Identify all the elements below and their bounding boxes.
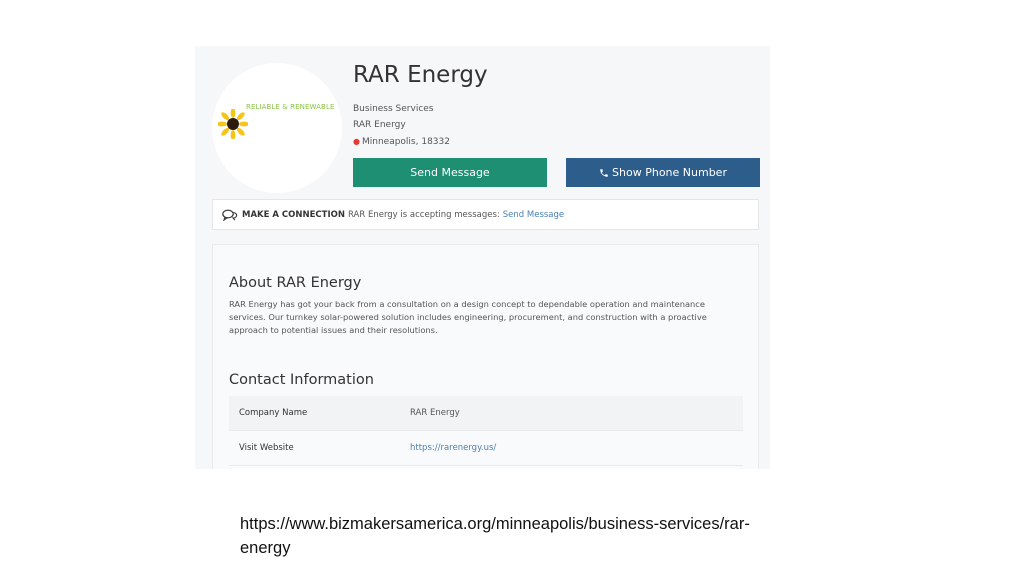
show-phone-label: Show Phone Number <box>612 166 727 179</box>
business-location: ● Minneapolis, 18332 <box>353 137 450 147</box>
connection-text: RAR Energy is accepting messages: <box>347 209 500 220</box>
about-text: RAR Energy has got your back from a cons… <box>229 299 707 335</box>
row-value: RAR Energy <box>410 408 460 418</box>
contact-table: Company Name RAR Energy Visit Website ht… <box>229 396 743 466</box>
location-text: Minneapolis, 18332 <box>361 137 450 147</box>
business-name: RAR Energy <box>353 62 488 88</box>
table-row: Company Name RAR Energy <box>229 396 743 431</box>
show-phone-number-button[interactable]: Show Phone Number <box>566 158 760 187</box>
connection-bar: MAKE A CONNECTION RAR Energy is acceptin… <box>212 199 759 230</box>
details-card: About RAR Energy RAR Energy has got your… <box>212 244 759 469</box>
contact-title: Contact Information <box>229 372 374 388</box>
connection-heading: MAKE A CONNECTION <box>242 209 345 220</box>
business-profile-screenshot: RELIABLE & RENEWABLE RAR Energy Business… <box>195 46 770 469</box>
website-link[interactable]: https://rarenergy.us/ <box>410 443 496 453</box>
about-title: About RAR Energy <box>229 275 362 291</box>
logo-tagline: RELIABLE & RENEWABLE <box>246 103 335 111</box>
row-label: Company Name <box>239 408 308 418</box>
company-logo: RELIABLE & RENEWABLE <box>212 63 342 193</box>
row-label: Visit Website <box>239 443 294 453</box>
connection-send-message-link[interactable]: Send Message <box>503 210 564 220</box>
business-company: RAR Energy <box>353 120 406 130</box>
map-pin-icon: ● <box>353 137 360 146</box>
send-message-button[interactable]: Send Message <box>353 158 547 187</box>
table-row: Visit Website https://rarenergy.us/ <box>229 431 743 466</box>
chat-bubbles-icon <box>222 209 238 221</box>
source-url-caption: https://www.bizmakersamerica.org/minneap… <box>240 515 750 557</box>
phone-icon <box>600 168 608 177</box>
sunflower-icon <box>218 109 248 139</box>
business-category: Business Services <box>353 104 434 114</box>
send-message-label: Send Message <box>410 166 490 179</box>
